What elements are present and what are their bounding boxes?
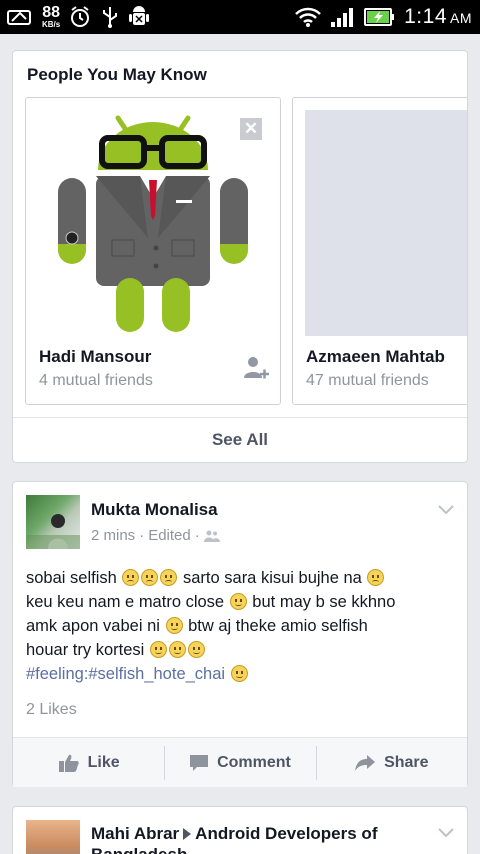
clock: 1:14 AM (404, 5, 472, 29)
post-meta: 2 mins · Edited · (91, 527, 220, 544)
feed-post: Mukta Monalisa 2 mins · Edited · sobai s… (12, 481, 468, 787)
mutual-friends: 4 mutual friends (39, 372, 153, 389)
comment-icon (190, 754, 209, 771)
pymk-title: People You May Know (27, 65, 207, 84)
post-text-segment: but may b se kkhno (252, 593, 396, 611)
post-text-segment: keu keu nam e matro close (26, 593, 225, 611)
see-all-button[interactable]: See All (13, 417, 467, 462)
chevron-down-icon[interactable] (437, 504, 455, 516)
profile-picture[interactable]: ✕ (36, 108, 270, 336)
post-text: sobai selfish sarto sara kisui bujhe na … (26, 566, 458, 686)
sad-emoji-icon (141, 569, 159, 586)
feeling-hashtag[interactable]: #feeling:#selfish_hote_chai (26, 665, 225, 683)
share-label: Share (384, 753, 429, 771)
remove-suggestion-icon[interactable]: ✕ (240, 118, 262, 140)
tongue-emoji-icon (149, 641, 167, 658)
tongue-emoji-icon (187, 641, 205, 658)
clock-time: 1:14 (404, 5, 447, 28)
speed-unit: KB/s (42, 20, 61, 29)
comment-label: Comment (217, 753, 291, 771)
sad-emoji-icon (122, 569, 140, 586)
chevron-down-icon[interactable] (437, 827, 455, 839)
share-button[interactable]: Share (315, 738, 467, 787)
smile-emoji-icon (229, 593, 247, 610)
share-arrow-icon (355, 754, 376, 771)
wifi-icon (295, 7, 322, 27)
post-edited[interactable]: Edited (148, 527, 191, 544)
sad-emoji-icon (160, 569, 178, 586)
usb-icon (103, 7, 118, 28)
post-header: Mahi Abrar Android Developers of (91, 823, 411, 845)
thumbs-up-icon (58, 754, 79, 772)
like-label: Like (87, 753, 120, 771)
comment-button[interactable]: Comment (164, 738, 315, 787)
battery-charging-icon (364, 8, 395, 26)
network-speed: 88 KB/s (42, 5, 60, 29)
android-avatar-icon (58, 115, 248, 332)
meta-separator: · (194, 527, 200, 544)
like-button[interactable]: Like (13, 738, 164, 787)
add-friend-icon[interactable] (242, 354, 270, 382)
screenshot-icon (7, 10, 31, 25)
post-group[interactable]: Android Developers of (195, 823, 377, 845)
person-name[interactable]: Hadi Mansour (39, 347, 151, 367)
post-text-segment: btw aj theke amio selfish (188, 617, 368, 635)
status-bar: 88 KB/s 1:14 AM (0, 0, 480, 34)
avatar-photo-icon (26, 514, 80, 549)
post-text-segment: sobai selfish (26, 569, 117, 587)
person-card[interactable]: ✕ Hadi Mansour 4 mutual friends (25, 97, 281, 405)
wink-emoji-icon (165, 617, 183, 634)
sad-emoji-icon (367, 569, 385, 586)
clock-ampm: AM (450, 10, 472, 26)
profile-picture[interactable] (305, 110, 467, 336)
alarm-icon (71, 6, 90, 27)
post-actions: Like Comment Share (13, 737, 467, 787)
person-name[interactable]: Azmaeen Mahtab (306, 347, 445, 367)
mutual-friends: 47 mutual friends (306, 372, 429, 389)
feed-post: Mahi Abrar Android Developers of Banglad… (12, 806, 468, 854)
speed-value: 88 (42, 4, 61, 21)
arrow-right-icon (183, 828, 192, 840)
friends-privacy-icon (203, 530, 220, 542)
tongue-emoji-icon (168, 641, 186, 658)
post-text-segment: houar try kortesi (26, 641, 145, 659)
post-group-continued[interactable]: Bangladesh (91, 845, 187, 854)
post-author[interactable]: Mahi Abrar (91, 823, 179, 845)
person-card[interactable]: Azmaeen Mahtab 47 mutual friends (292, 97, 467, 405)
people-you-may-know-card: People You May Know ✕ Hadi Mansour 4 mut… (12, 50, 468, 463)
author-avatar[interactable] (26, 495, 80, 549)
post-text-segment: amk apon vabei ni (26, 617, 160, 635)
post-text-segment: sarto sara kisui bujhe na (183, 569, 362, 587)
signal-icon (331, 8, 354, 27)
meta-separator: · (139, 527, 145, 544)
post-time[interactable]: 2 mins (91, 527, 135, 544)
tongue-emoji-icon (230, 665, 248, 682)
android-debug-icon (129, 6, 150, 25)
post-author[interactable]: Mukta Monalisa (91, 500, 218, 520)
author-avatar[interactable] (26, 820, 80, 854)
likes-count[interactable]: 2 Likes (26, 701, 77, 719)
